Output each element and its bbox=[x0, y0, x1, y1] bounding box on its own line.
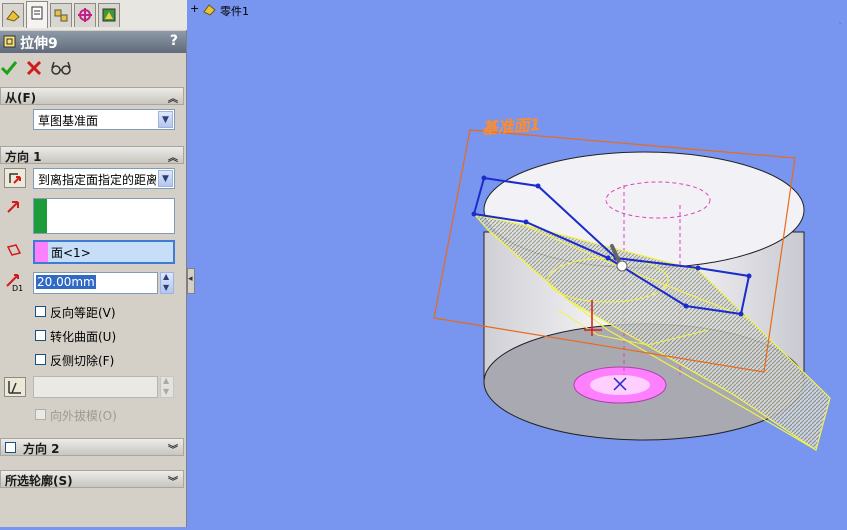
extrude-feature-icon bbox=[3, 35, 16, 48]
chevron-down-icon: ▼ bbox=[158, 111, 173, 128]
feature-tree-icon bbox=[6, 10, 20, 22]
flip-cut-label: 反侧切除(F) bbox=[50, 354, 115, 368]
tree-expand-toggle[interactable]: + bbox=[190, 2, 199, 15]
direction2-header-label: 方向 2 bbox=[23, 442, 60, 456]
action-buttons bbox=[0, 55, 186, 83]
property-manager: 拉伸9 ? 从(F) ︽ 草图基准面 ▼ 方向 1 ︽ 到离指定面指定的距离 ▼… bbox=[0, 0, 187, 527]
face-icon bbox=[6, 244, 22, 256]
from-section-header[interactable]: 从(F) ︽ bbox=[0, 87, 184, 105]
distance-dimension-icon: D1 bbox=[6, 274, 23, 292]
draft-toggle-button[interactable] bbox=[4, 377, 26, 397]
plane-label: 基准面1 bbox=[481, 115, 541, 138]
tab-dimxpert-manager[interactable] bbox=[74, 3, 96, 27]
selection-color-swatch bbox=[35, 242, 48, 262]
reverse-direction-icon bbox=[9, 173, 21, 184]
reverse-offset-label: 反向等距(V) bbox=[50, 306, 116, 320]
distance-value: 20.00mm bbox=[36, 275, 96, 289]
draft-angle-spinner[interactable]: ▲ ▼ bbox=[160, 376, 174, 398]
distance-icon-label: D1 bbox=[12, 284, 23, 292]
draft-icon bbox=[8, 381, 21, 394]
ok-check-icon[interactable] bbox=[0, 59, 18, 77]
spinner-down-icon[interactable]: ▼ bbox=[163, 387, 169, 396]
selected-contours-section-header[interactable]: 所选轮廓(S) ︾ bbox=[0, 470, 184, 488]
help-button[interactable]: ? bbox=[170, 33, 178, 49]
reverse-direction-button[interactable] bbox=[4, 168, 26, 188]
from-header-label: 从(F) bbox=[5, 91, 37, 105]
crosshair-icon bbox=[78, 8, 92, 22]
configuration-icon bbox=[54, 9, 68, 22]
detailed-preview-glasses-icon[interactable] bbox=[50, 59, 72, 77]
drag-handle-icon[interactable] bbox=[616, 260, 628, 272]
part-icon bbox=[203, 4, 216, 16]
translate-surface-label: 转化曲面(U) bbox=[50, 330, 117, 344]
distance-input[interactable]: 20.00mm bbox=[33, 272, 158, 294]
direction2-section-header[interactable]: 方向 2 ︾ bbox=[0, 438, 184, 456]
triad-fragment-icon: ` bbox=[838, 21, 843, 33]
direction-selection-box[interactable] bbox=[33, 198, 175, 234]
selection-color-swatch bbox=[34, 199, 47, 233]
end-condition-select[interactable]: 到离指定面指定的距离 ▼ bbox=[33, 168, 175, 189]
property-manager-icon bbox=[31, 6, 43, 20]
selected-contours-header-label: 所选轮廓(S) bbox=[5, 474, 73, 488]
feature-title-bar: 拉伸9 ? bbox=[0, 31, 186, 53]
graphics-viewport[interactable]: 基准面1 ` ` ` ` bbox=[188, 0, 847, 527]
flip-cut-checkbox[interactable] bbox=[35, 354, 46, 365]
part-name[interactable]: 零件1 bbox=[220, 3, 249, 19]
from-select[interactable]: 草图基准面 ▼ bbox=[33, 109, 175, 130]
face-selection-box[interactable]: 面<1> bbox=[33, 240, 175, 264]
direction1-section-header[interactable]: 方向 1 ︽ bbox=[0, 146, 184, 164]
expand-chevron-icon: ︾ bbox=[168, 477, 178, 488]
model-3d-view: 基准面1 ` ` ` ` bbox=[433, 0, 843, 451]
spinner-up-icon[interactable]: ▲ bbox=[163, 376, 169, 385]
draft-outward-label: 向外拔模(O) bbox=[50, 409, 117, 423]
spinner-down-icon[interactable]: ▼ bbox=[163, 283, 169, 292]
draft-angle-input[interactable] bbox=[33, 376, 158, 398]
direction2-checkbox[interactable] bbox=[5, 442, 16, 453]
display-manager-icon bbox=[102, 8, 116, 22]
tab-property-manager[interactable] bbox=[26, 1, 48, 28]
draft-outward-checkbox[interactable] bbox=[35, 409, 46, 420]
cancel-x-icon[interactable] bbox=[26, 60, 42, 76]
view-marks: ` ` ` bbox=[478, 0, 499, 9]
feature-title: 拉伸9 bbox=[20, 36, 58, 52]
expand-chevron-icon: ︾ bbox=[168, 445, 178, 456]
spinner-up-icon[interactable]: ▲ bbox=[163, 272, 169, 281]
collapse-chevron-icon: ︽ bbox=[168, 153, 178, 164]
reverse-offset-checkbox[interactable] bbox=[35, 306, 46, 317]
chevron-down-icon: ▼ bbox=[158, 170, 173, 187]
manager-tabs bbox=[0, 0, 187, 30]
tab-display-manager[interactable] bbox=[98, 3, 120, 27]
direction-arrow-icon bbox=[7, 201, 19, 213]
collapse-chevron-icon: ︽ bbox=[168, 94, 178, 105]
tab-configuration-manager[interactable] bbox=[50, 3, 72, 27]
face-reference-value: 面<1> bbox=[51, 246, 91, 260]
tab-feature-manager[interactable] bbox=[2, 3, 24, 27]
direction1-header-label: 方向 1 bbox=[5, 150, 42, 164]
distance-spinner[interactable]: ▲ ▼ bbox=[160, 272, 174, 294]
translate-surface-checkbox[interactable] bbox=[35, 330, 46, 341]
